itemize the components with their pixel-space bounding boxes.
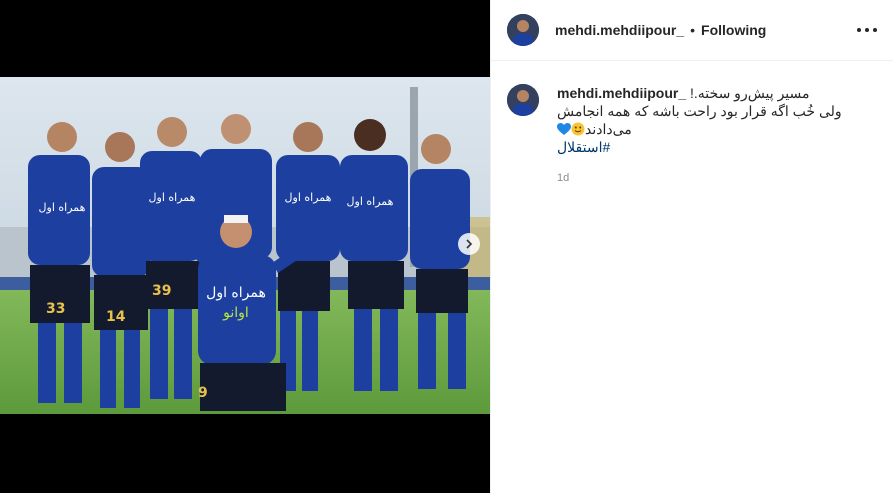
- shorts-number: 33: [46, 301, 65, 317]
- brand-text: اوانو: [222, 305, 249, 321]
- post-sidebar: mehdi.mehdiipour_ • Following mehdi.mehd…: [490, 0, 896, 493]
- caption-text: mehdi.mehdiipour_ مسیر پیش‌رو سخته.! ولی…: [557, 84, 877, 156]
- post-photo[interactable]: همراه اول همراه اول اوانو همراه اول همرا…: [0, 77, 490, 414]
- svg-text:همراه اول: همراه اول: [347, 195, 394, 208]
- caption-line-3-row: می‌دادند: [557, 120, 877, 138]
- avatar[interactable]: [507, 14, 539, 46]
- profile-avatar-image: [507, 84, 539, 116]
- next-photo-button[interactable]: [458, 233, 480, 255]
- shorts-number: 39: [152, 283, 171, 299]
- svg-text:همراه اول: همراه اول: [285, 191, 332, 204]
- sponsor-text: همراه اول: [206, 285, 266, 301]
- post-header: mehdi.mehdiipour_ • Following: [491, 0, 893, 61]
- header-username[interactable]: mehdi.mehdiipour_: [555, 22, 684, 38]
- team-celebration-photo: همراه اول همراه اول اوانو همراه اول همرا…: [0, 77, 490, 414]
- profile-avatar-image: [507, 14, 539, 46]
- separator-dot: •: [690, 22, 696, 38]
- post-timestamp[interactable]: 1d: [557, 172, 877, 184]
- hashtag-link[interactable]: #استقلال: [557, 138, 610, 156]
- shorts-number: 9: [198, 385, 208, 401]
- caption-line-1: مسیر پیش‌رو سخته.!: [690, 85, 810, 101]
- caption-line-2: ولی خُب اگه قرار بود راحت باشه که همه ان…: [557, 103, 842, 119]
- chevron-right-icon: [466, 239, 473, 249]
- avatar[interactable]: [507, 84, 539, 116]
- smiley-icon: [571, 122, 585, 136]
- blue-heart-icon: [557, 123, 571, 135]
- caption-comment: mehdi.mehdiipour_ مسیر پیش‌رو سخته.! ولی…: [507, 84, 877, 184]
- sponsor-text: همراه اول: [39, 201, 86, 214]
- caption-line-3: می‌دادند: [585, 121, 632, 137]
- more-horizontal-icon: [857, 28, 861, 32]
- instagram-post-view: همراه اول همراه اول اوانو همراه اول همرا…: [0, 0, 896, 493]
- following-button[interactable]: Following: [701, 22, 766, 38]
- svg-text:همراه اول: همراه اول: [149, 191, 196, 204]
- caption-username[interactable]: mehdi.mehdiipour_: [557, 85, 686, 101]
- more-options-button[interactable]: [857, 21, 877, 39]
- media-pane: همراه اول همراه اول اوانو همراه اول همرا…: [0, 0, 490, 493]
- shorts-number: 14: [106, 309, 126, 325]
